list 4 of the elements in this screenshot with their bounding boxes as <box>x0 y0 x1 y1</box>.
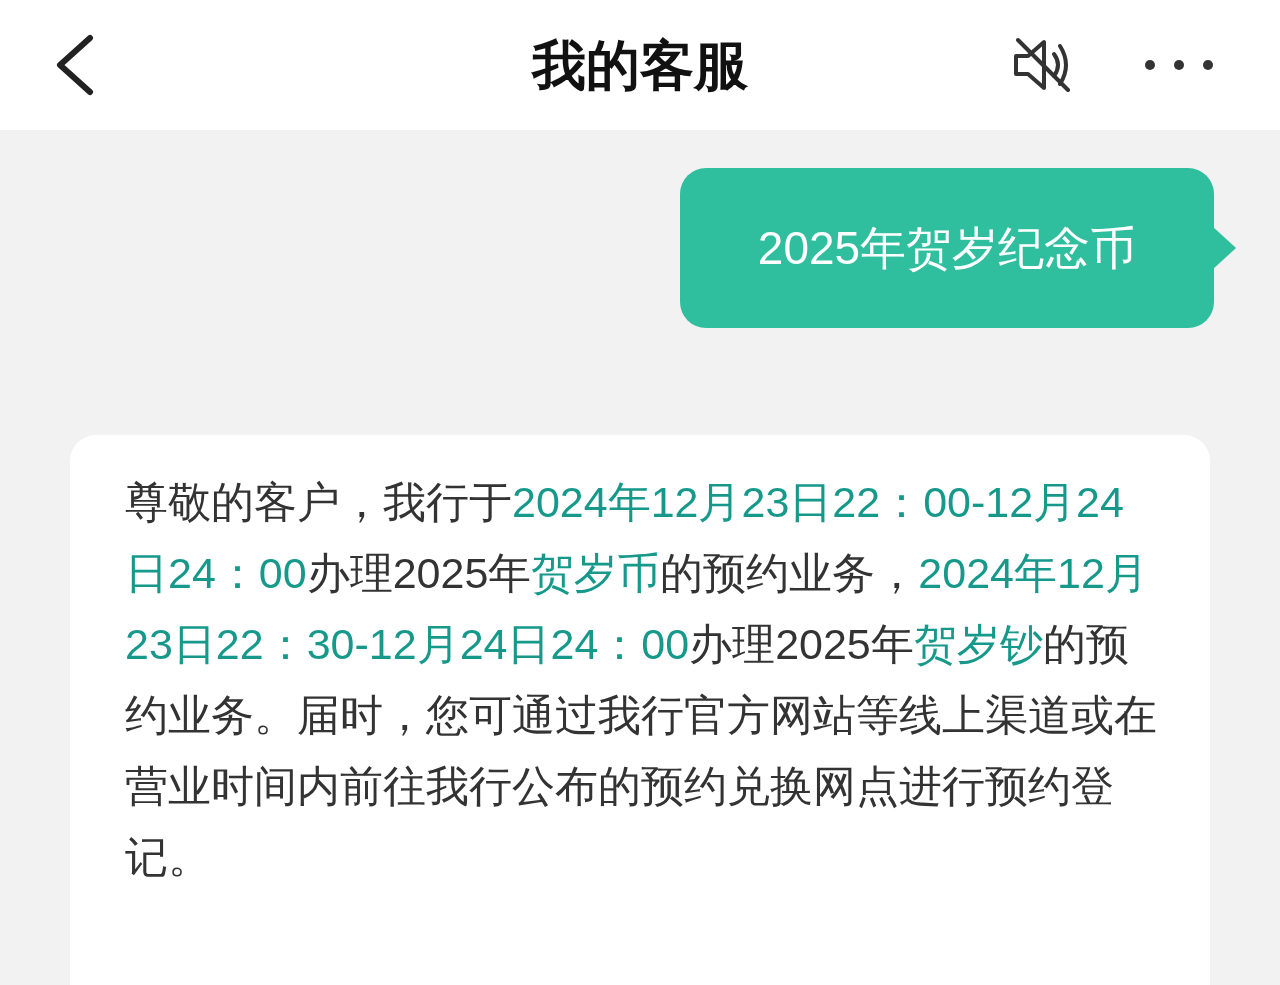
more-icon[interactable] <box>1144 59 1214 71</box>
page-title: 我的客服 <box>532 33 748 97</box>
received-message-bubble: 尊敬的客户，我行于2024年12月23日22：00-12月24日24：00办理2025年贺岁币的预约业务，2024年12月23日22：30-12月24日24：00办理2025年贺岁钞的预约业务。届时，您可通过我行官方网站等线上渠道或在营业时间内前往我行公布的预约兑换网点进行预约登记。 <box>70 435 1210 985</box>
bubble-tail <box>1212 226 1236 270</box>
